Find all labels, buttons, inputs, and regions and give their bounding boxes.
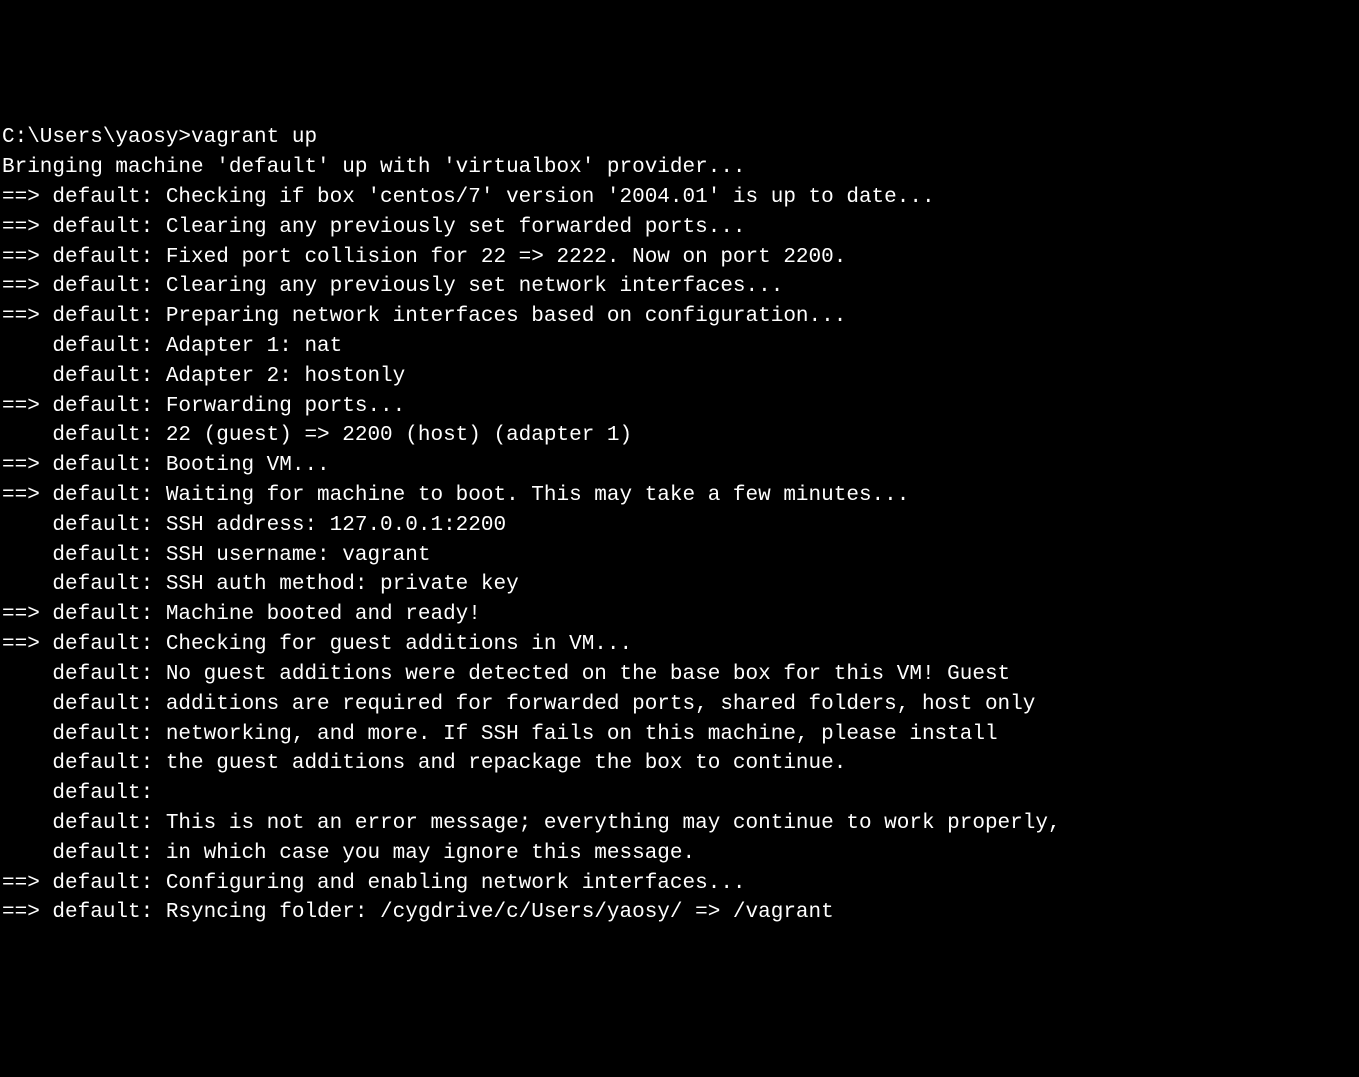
terminal-line: ==> default: Preparing network interface… xyxy=(2,302,1357,332)
terminal-line: default: networking, and more. If SSH fa… xyxy=(2,720,1357,750)
terminal-line: default: SSH address: 127.0.0.1:2200 xyxy=(2,511,1357,541)
terminal-line: Bringing machine 'default' up with 'virt… xyxy=(2,153,1357,183)
terminal-line: default: xyxy=(2,779,1357,809)
terminal-line: default: 22 (guest) => 2200 (host) (adap… xyxy=(2,421,1357,451)
terminal-line: ==> default: Configuring and enabling ne… xyxy=(2,869,1357,899)
terminal-line: ==> default: Rsyncing folder: /cygdrive/… xyxy=(2,898,1357,928)
terminal-line: default: additions are required for forw… xyxy=(2,690,1357,720)
terminal-line: ==> default: Clearing any previously set… xyxy=(2,213,1357,243)
terminal-line: ==> default: Waiting for machine to boot… xyxy=(2,481,1357,511)
terminal-line: default: SSH auth method: private key xyxy=(2,570,1357,600)
terminal-line: ==> default: Booting VM... xyxy=(2,451,1357,481)
terminal-output[interactable]: C:\Users\yaosy>vagrant upBringing machin… xyxy=(2,123,1357,928)
terminal-line: default: This is not an error message; e… xyxy=(2,809,1357,839)
terminal-line: C:\Users\yaosy>vagrant up xyxy=(2,123,1357,153)
terminal-line: default: the guest additions and repacka… xyxy=(2,749,1357,779)
terminal-line: default: SSH username: vagrant xyxy=(2,541,1357,571)
terminal-line: ==> default: Forwarding ports... xyxy=(2,392,1357,422)
terminal-line: default: in which case you may ignore th… xyxy=(2,839,1357,869)
terminal-line: ==> default: Checking if box 'centos/7' … xyxy=(2,183,1357,213)
terminal-line: default: Adapter 1: nat xyxy=(2,332,1357,362)
terminal-line: ==> default: Clearing any previously set… xyxy=(2,272,1357,302)
terminal-line: default: No guest additions were detecte… xyxy=(2,660,1357,690)
terminal-line: ==> default: Machine booted and ready! xyxy=(2,600,1357,630)
terminal-line: ==> default: Checking for guest addition… xyxy=(2,630,1357,660)
terminal-line: ==> default: Fixed port collision for 22… xyxy=(2,243,1357,273)
terminal-line: default: Adapter 2: hostonly xyxy=(2,362,1357,392)
